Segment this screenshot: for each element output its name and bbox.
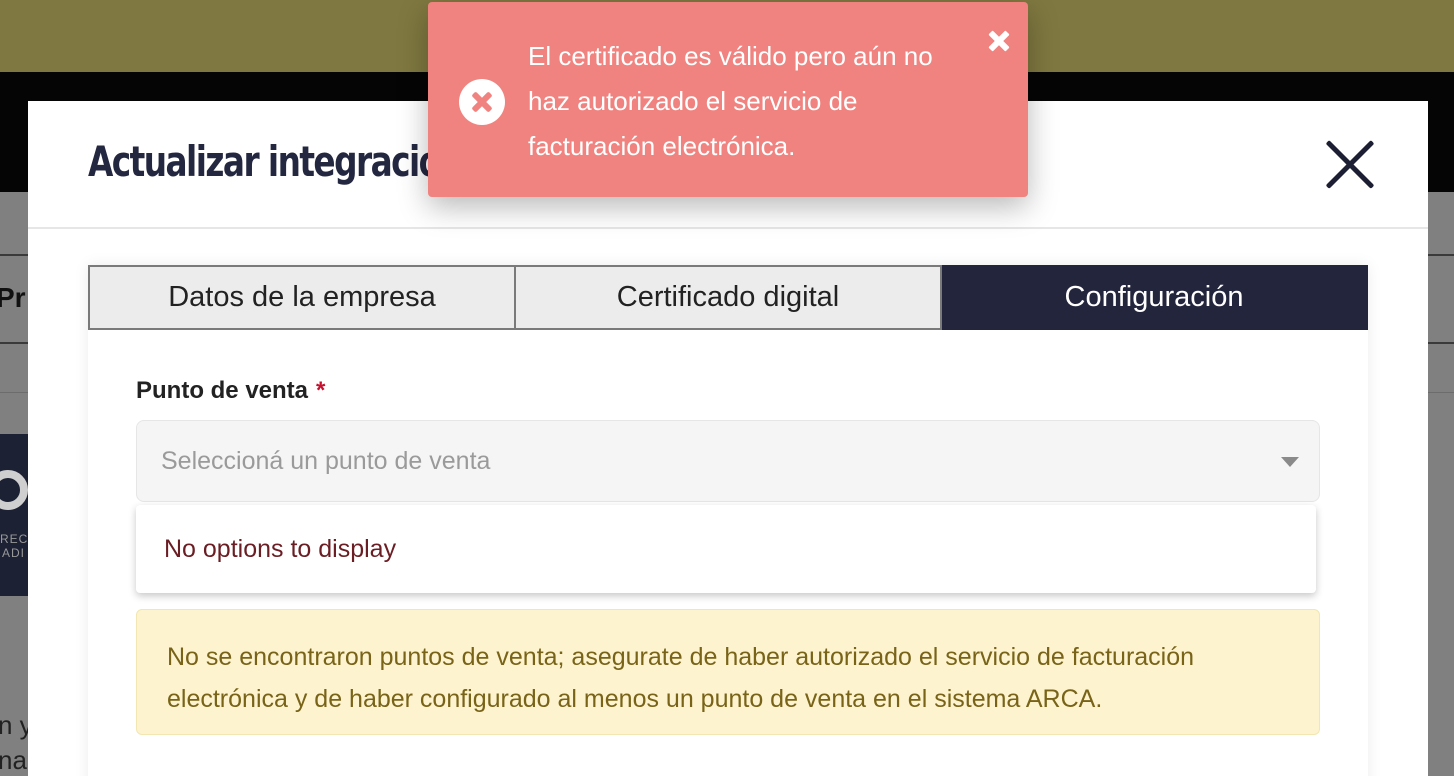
toast-close-icon[interactable] (988, 30, 1010, 52)
tab-configuration[interactable]: Configuración (942, 265, 1368, 330)
select-dropdown-menu: No options to display (136, 505, 1316, 593)
warning-alert: No se encontraron puntos de venta; asegu… (136, 609, 1320, 735)
update-integration-modal: Actualizar integración Datos de la empre… (28, 101, 1428, 776)
modal-body: Datos de la empresa Certificado digital … (88, 265, 1368, 776)
error-toast: El certificado es válido pero aún no haz… (428, 2, 1028, 197)
modal-title: Actualizar integración (88, 137, 463, 186)
select-placeholder: Seleccioná un punto de venta (161, 447, 491, 475)
logo-mark-icon (0, 470, 28, 510)
required-marker: * (316, 377, 326, 404)
tab-company-data[interactable]: Datos de la empresa (88, 265, 516, 330)
no-options-message: No options to display (164, 535, 397, 563)
toast-message: El certificado es válido pero aún no haz… (528, 41, 933, 161)
tab-digital-certificate[interactable]: Certificado digital (516, 265, 942, 330)
field-label-text: Punto de venta (136, 377, 309, 404)
close-icon[interactable] (1324, 139, 1376, 191)
background-heading: Pr (0, 282, 26, 313)
logo-text: RECA (0, 532, 28, 546)
background-text: na (0, 745, 27, 775)
tab-bar: Datos de la empresa Certificado digital … (88, 265, 1368, 330)
point-of-sale-label: Punto de venta * (136, 377, 325, 405)
logo-text: ADI (2, 546, 26, 560)
point-of-sale-select[interactable]: Seleccioná un punto de venta (136, 420, 1320, 502)
background-logo: RECA ADI (0, 434, 28, 596)
error-circle-icon (459, 79, 505, 125)
caret-down-icon[interactable] (1281, 457, 1299, 467)
